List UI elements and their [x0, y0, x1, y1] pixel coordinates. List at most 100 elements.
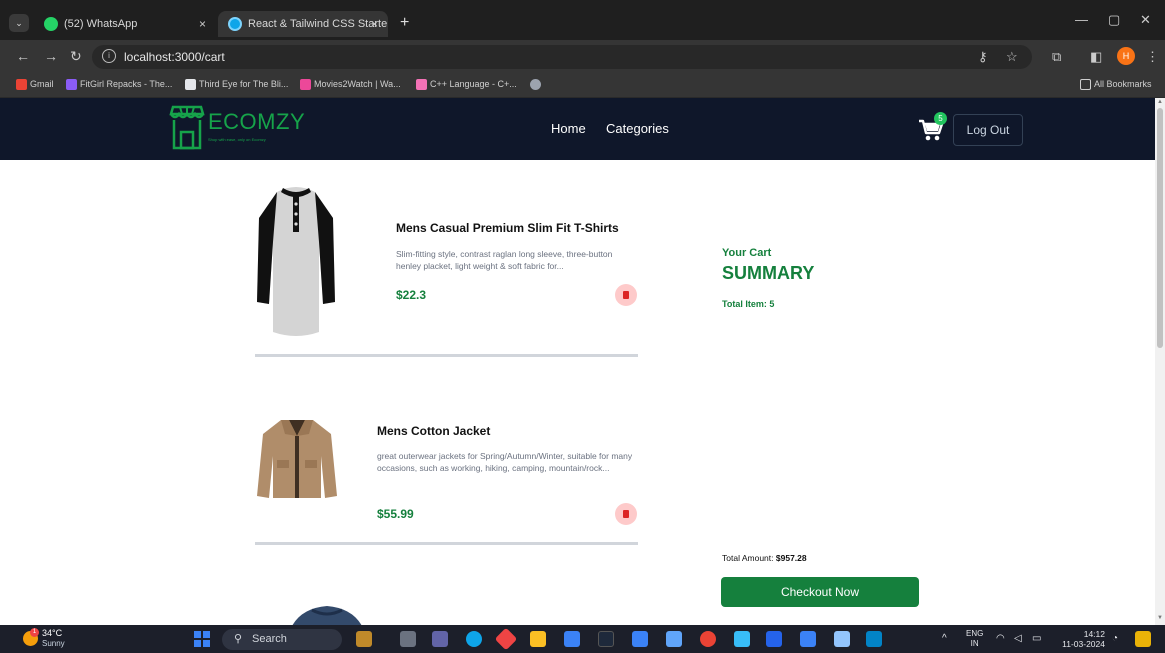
photos-icon[interactable]	[866, 631, 882, 647]
app-a-icon[interactable]	[598, 631, 614, 647]
todo-icon[interactable]	[632, 631, 648, 647]
bookmark-cpp[interactable]: C++ Language - C+...	[416, 79, 517, 90]
ecomzy-logo[interactable]: ECOMZY Shop with ease, only on Ecomzy	[168, 104, 318, 154]
url-text: localhost:3000/cart	[124, 50, 225, 64]
cart-item-title: Mens Cotton Jacket	[377, 424, 491, 438]
new-tab-button[interactable]: +	[400, 14, 409, 32]
forward-arrow-icon[interactable]: →	[44, 48, 58, 64]
weather-temperature[interactable]: 34°C	[42, 628, 62, 638]
bookmark-third-eye[interactable]: Third Eye for The Bli...	[185, 79, 288, 90]
logout-button[interactable]: Log Out	[953, 114, 1023, 146]
store-icon[interactable]	[564, 631, 580, 647]
bookmark-star-icon[interactable]: ☆	[1006, 49, 1018, 65]
summary-heading: SUMMARY	[722, 263, 815, 283]
page-viewport: ECOMZY Shop with ease, only on Ecomzy Ho…	[0, 98, 1155, 625]
wifi-icon[interactable]: ◠	[996, 633, 1005, 644]
tab-close-button[interactable]: ×	[371, 11, 378, 37]
system-clock[interactable]: 14:12 11-03-2024	[1055, 629, 1105, 649]
tray-overflow-icon[interactable]: ^	[942, 633, 947, 644]
extensions-icon[interactable]: ⧉	[1052, 49, 1061, 65]
copilot-icon[interactable]	[1135, 631, 1151, 647]
product-image-jacket	[257, 420, 337, 498]
windows-taskbar: 1 34°C Sunny ⚲ Search ^ ENG IN ◠ ◁ ▭ 14:…	[0, 625, 1165, 653]
notepad-icon[interactable]	[734, 631, 750, 647]
kebab-menu-icon[interactable]: ⋮	[1146, 49, 1159, 65]
site-info-icon[interactable]: i	[102, 49, 116, 63]
total-amount-label: Total Amount:	[722, 553, 774, 563]
fitgirl-icon	[66, 79, 77, 90]
nav-home-link[interactable]: Home	[551, 121, 586, 136]
cart-item-price: $55.99	[377, 507, 414, 521]
item-divider	[255, 542, 638, 545]
scroll-down-arrow-icon[interactable]: ▼	[1157, 615, 1163, 621]
app-n-icon[interactable]	[800, 631, 816, 647]
cart-count-badge: 5	[934, 112, 947, 125]
tab-search-button[interactable]: ⌄	[9, 14, 29, 32]
widgets-app-icon[interactable]	[356, 631, 372, 647]
app-diamond-icon[interactable]	[494, 627, 518, 651]
total-amount-value: $957.28	[775, 553, 807, 563]
product-image-partial	[292, 606, 362, 625]
storefront-icon	[169, 105, 205, 150]
item-divider	[255, 354, 638, 357]
tab-react-starter[interactable]: React & Tailwind CSS Starter Pa ×	[218, 11, 388, 37]
trash-icon	[623, 510, 629, 518]
address-bar[interactable]: i localhost:3000/cart ⚷ ☆	[92, 45, 1032, 69]
file-explorer-icon[interactable]	[530, 631, 546, 647]
app-blue-icon[interactable]	[666, 631, 682, 647]
site-navbar: ECOMZY Shop with ease, only on Ecomzy Ho…	[0, 98, 1155, 160]
globe-icon	[530, 79, 541, 90]
scrollbar-thumb[interactable]	[1157, 108, 1163, 348]
remove-item-button[interactable]	[615, 503, 637, 525]
back-arrow-icon[interactable]: ←	[16, 48, 30, 64]
vscode-icon[interactable]	[766, 631, 782, 647]
volume-icon[interactable]: ◁	[1014, 633, 1022, 644]
tab-close-button[interactable]: ×	[199, 11, 206, 37]
all-bookmarks[interactable]: All Bookmarks	[1080, 79, 1152, 90]
gmail-icon	[16, 79, 27, 90]
language-indicator[interactable]: ENG IN	[966, 629, 983, 649]
nav-categories-link[interactable]: Categories	[606, 121, 669, 136]
password-key-icon[interactable]: ⚷	[978, 49, 988, 65]
trash-icon	[623, 291, 629, 299]
bookmark-fitgirl[interactable]: FitGirl Repacks - The...	[66, 79, 172, 90]
minimize-button[interactable]: —	[1075, 12, 1088, 27]
summary-total-items: Total Item: 5	[722, 299, 775, 309]
taskbar-search-label: Search	[252, 633, 287, 645]
infinity-icon	[185, 79, 196, 90]
maximize-button[interactable]: ▢	[1108, 12, 1120, 28]
logo-tagline: Shop with ease, only on Ecomzy	[208, 137, 266, 142]
cart-item-title: Mens Casual Premium Slim Fit T-Shirts	[396, 221, 619, 235]
remove-item-button[interactable]	[615, 284, 637, 306]
close-window-button[interactable]: ✕	[1140, 12, 1151, 28]
folder-icon	[1080, 79, 1091, 90]
taskbar-search[interactable]: ⚲ Search	[222, 629, 342, 650]
bookmark-movies2watch[interactable]: Movies2Watch | Wa...	[300, 79, 401, 90]
scroll-up-arrow-icon[interactable]: ▲	[1157, 99, 1163, 105]
profile-avatar[interactable]: H	[1117, 47, 1135, 65]
cart-item-price: $22.3	[396, 288, 427, 302]
page-scrollbar[interactable]: ▲ ▼	[1155, 98, 1165, 625]
weather-badge: 1	[30, 628, 39, 637]
product-image-tshirt	[257, 187, 335, 336]
checkout-button[interactable]: Checkout Now	[721, 577, 919, 607]
battery-icon[interactable]: ▭	[1032, 633, 1041, 644]
tab-whatsapp[interactable]: (52) WhatsApp ×	[34, 11, 216, 37]
tab-title: React & Tailwind CSS Starter Pa	[248, 18, 388, 30]
teams-icon[interactable]	[432, 631, 448, 647]
search-icon: ⚲	[234, 633, 243, 645]
start-windows-icon[interactable]	[194, 631, 210, 647]
reload-icon[interactable]: ↻	[70, 48, 82, 65]
task-view-icon[interactable]	[400, 631, 416, 647]
notification-bell-icon[interactable]: ◔	[1112, 633, 1118, 644]
side-panel-icon[interactable]: ◧	[1090, 49, 1102, 65]
chrome-icon[interactable]	[700, 631, 716, 647]
weather-condition[interactable]: Sunny	[42, 639, 65, 648]
bookmark-gmail[interactable]: Gmail	[16, 79, 54, 90]
summary-total-amount: Total Amount: $957.28	[722, 553, 807, 563]
cart-item-description: great outerwear jackets for Spring/Autum…	[377, 451, 633, 473]
browser-toolbar: ← → ↻ i localhost:3000/cart ⚷ ☆ ⧉ ◧ H ⋮	[0, 40, 1165, 73]
summary-your-cart: Your Cart	[722, 247, 772, 259]
app-doc-icon[interactable]	[834, 631, 850, 647]
edge-icon[interactable]	[466, 631, 482, 647]
